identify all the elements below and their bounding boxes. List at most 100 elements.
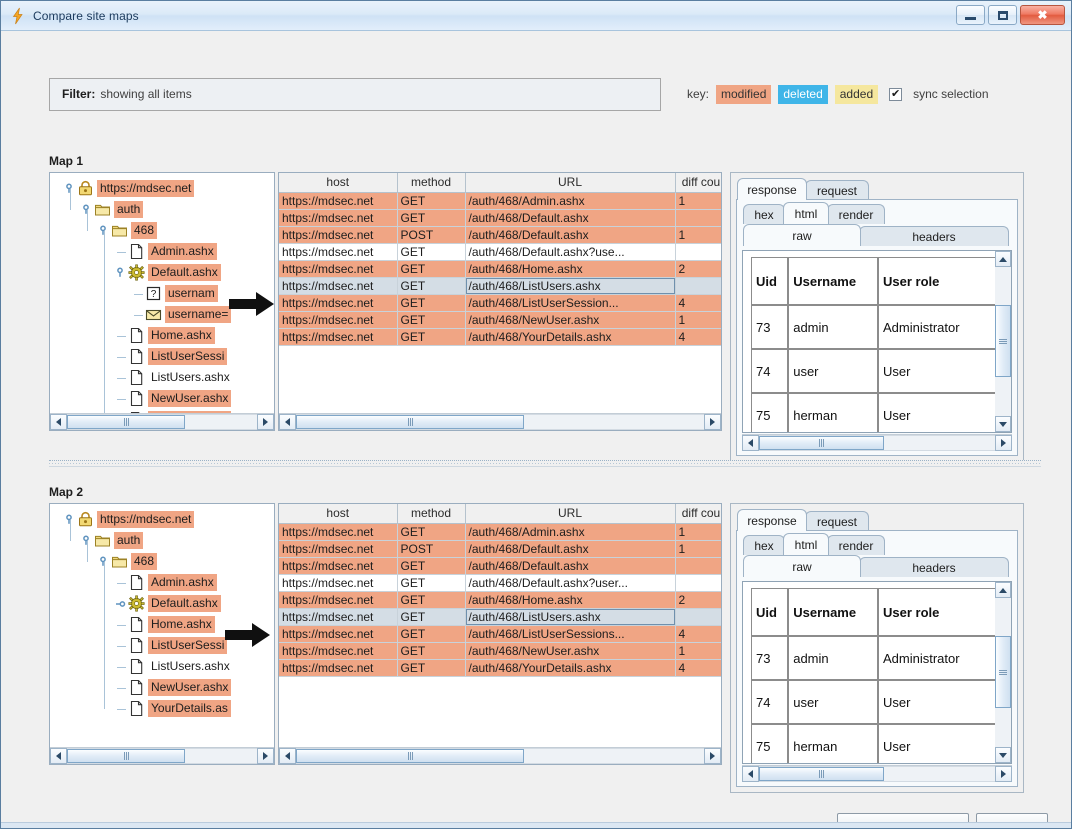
table-row[interactable]: https://mdsec.net POST/auth/468/Default.a… (279, 226, 721, 244)
scroll-track[interactable] (296, 414, 704, 430)
map-2-table-scroll[interactable]: hostmethodURLdiff countphttps://mdsec.ne… (279, 504, 721, 747)
map-1-render-vscrollbar[interactable] (995, 251, 1011, 432)
tab-render[interactable]: render (827, 204, 885, 224)
tree-item[interactable]: NewUser.ashx (50, 677, 274, 698)
scroll-right-button[interactable] (257, 748, 274, 764)
column-header[interactable]: URL (465, 173, 676, 193)
tab-headers[interactable]: headers (859, 557, 1009, 577)
scroll-track[interactable] (759, 766, 995, 782)
scroll-track[interactable] (759, 435, 995, 451)
tree-collapse-toggle[interactable] (80, 535, 92, 547)
tree-collapse-toggle[interactable] (97, 225, 109, 237)
tab-hex[interactable]: hex (743, 204, 785, 224)
tab-hex[interactable]: hex (743, 535, 785, 555)
table-row[interactable]: https://mdsec.net GET/auth/468/Default.as… (279, 209, 721, 227)
maximize-button[interactable] (988, 5, 1017, 25)
scroll-left-button[interactable] (279, 748, 296, 764)
map-1-mid-tabs[interactable]: hex html render (743, 202, 1017, 224)
table-row[interactable]: https://mdsec.net GET/auth/468/Home.ashx 2 (279, 591, 721, 609)
tree-item[interactable]: ListUsers.ashx (50, 656, 274, 677)
column-header[interactable]: method (397, 173, 466, 193)
column-header[interactable]: host (279, 173, 398, 193)
table-row[interactable]: https://mdsec.net GET/auth/468/ListUserSe… (279, 625, 721, 643)
column-header[interactable]: diff count (675, 504, 721, 524)
tree-expand-toggle[interactable] (114, 598, 126, 610)
table-row[interactable]: https://mdsec.net GET/auth/468/Default.as… (279, 557, 721, 575)
table-row[interactable]: https://mdsec.net GET/auth/468/YourDetail… (279, 328, 721, 346)
sync-selection-checkbox[interactable]: ✔ (889, 87, 903, 101)
map-1-html-render[interactable]: UidUsernameUser roleNa73adminAdministrat… (742, 250, 1012, 433)
column-header[interactable]: host (279, 504, 398, 524)
scroll-thumb[interactable] (67, 749, 185, 763)
filter-bar[interactable]: Filter: showing all items (49, 77, 661, 111)
table-row[interactable]: https://mdsec.net GET/auth/468/Admin.ashx… (279, 523, 721, 541)
tree-collapse-toggle[interactable] (63, 183, 75, 195)
scroll-track[interactable] (67, 414, 257, 430)
tab-raw[interactable]: raw (743, 555, 861, 577)
tree-item[interactable]: Admin.ashx (50, 241, 274, 262)
tree-collapse-toggle[interactable] (80, 204, 92, 216)
tab-raw[interactable]: raw (743, 224, 861, 246)
map-1-table-hscrollbar[interactable] (279, 413, 721, 430)
table-row[interactable]: https://mdsec.net GET/auth/468/Home.ashx 2 (279, 260, 721, 278)
tree-item[interactable]: Admin.ashx (50, 572, 274, 593)
scroll-right-button[interactable] (257, 414, 274, 430)
map-2-table-hscrollbar[interactable] (279, 747, 721, 764)
scroll-track[interactable] (67, 748, 257, 764)
scroll-left-button[interactable] (279, 414, 296, 430)
table-row[interactable]: https://mdsec.net GET/auth/468/YourDetail… (279, 659, 721, 677)
map-1-table-scroll[interactable]: hostmethodURLdiff counthttps://mdsec.net… (279, 173, 721, 413)
scroll-thumb[interactable] (759, 436, 884, 450)
tree-collapse-toggle[interactable] (97, 556, 109, 568)
scroll-down-button[interactable] (995, 747, 1011, 763)
table-row[interactable]: https://mdsec.net GET/auth/468/NewUser.as… (279, 311, 721, 329)
tab-response[interactable]: response (737, 509, 807, 531)
scroll-track[interactable] (995, 598, 1011, 747)
tree-collapse-toggle[interactable] (114, 267, 126, 279)
scroll-thumb[interactable] (995, 636, 1011, 708)
tab-response[interactable]: response (737, 178, 807, 200)
scroll-left-button[interactable] (742, 766, 759, 782)
scroll-thumb[interactable] (296, 749, 524, 763)
tree-item[interactable]: https://mdsec.net (50, 509, 274, 530)
tab-render[interactable]: render (827, 535, 885, 555)
scroll-right-button[interactable] (995, 435, 1012, 451)
table-row[interactable]: https://mdsec.net GET/auth/468/ListUsers.… (279, 608, 721, 626)
scroll-thumb[interactable] (296, 415, 524, 429)
tree-item[interactable]: 468 (50, 220, 274, 241)
tree-item[interactable]: ListUserSessi (50, 346, 274, 367)
map-2-mid-tabs[interactable]: hex html render (743, 533, 1017, 555)
table-row[interactable]: https://mdsec.net GET/auth/468/Default.as… (279, 243, 721, 261)
tree-collapse-toggle[interactable] (63, 514, 75, 526)
tab-headers[interactable]: headers (859, 226, 1009, 246)
table-row[interactable]: https://mdsec.net GET/auth/468/Admin.ashx… (279, 192, 721, 210)
table-row[interactable]: https://mdsec.net POST/auth/468/Default.a… (279, 540, 721, 558)
map-2-html-render[interactable]: UidUsernameUser roleNa73adminAdministrat… (742, 581, 1012, 764)
map-2-tree-hscrollbar[interactable] (50, 747, 274, 764)
minimize-button[interactable] (956, 5, 985, 25)
scroll-thumb[interactable] (995, 305, 1011, 377)
scroll-left-button[interactable] (742, 435, 759, 451)
tree-item[interactable]: 468 (50, 551, 274, 572)
tree-item[interactable]: auth (50, 530, 274, 551)
tree-item[interactable]: YourDetails.as (50, 698, 274, 719)
column-header[interactable]: URL (465, 504, 676, 524)
tree-item[interactable]: ListUsers.ashx (50, 367, 274, 388)
tree-item[interactable]: https://mdsec.net (50, 178, 274, 199)
scroll-track[interactable] (296, 748, 704, 764)
tree-item[interactable]: Home.ashx (50, 325, 274, 346)
scroll-right-button[interactable] (704, 414, 721, 430)
map-1-low-tabs[interactable]: raw headers (743, 224, 1017, 246)
close-window-button[interactable]: ✖ (1020, 5, 1065, 25)
tree-item[interactable]: Default.ashx (50, 262, 274, 283)
tab-request[interactable]: request (805, 180, 869, 200)
scroll-track[interactable] (995, 267, 1011, 416)
scroll-up-button[interactable] (995, 582, 1011, 598)
column-header[interactable]: diff count (675, 173, 721, 193)
map-2-render-vscrollbar[interactable] (995, 582, 1011, 763)
tree-item[interactable]: auth (50, 199, 274, 220)
table-row[interactable]: https://mdsec.net GET/auth/468/ListUserSe… (279, 294, 721, 312)
tab-html[interactable]: html (783, 202, 829, 224)
map-1-render-hscrollbar[interactable] (742, 434, 1012, 451)
tab-request[interactable]: request (805, 511, 869, 531)
